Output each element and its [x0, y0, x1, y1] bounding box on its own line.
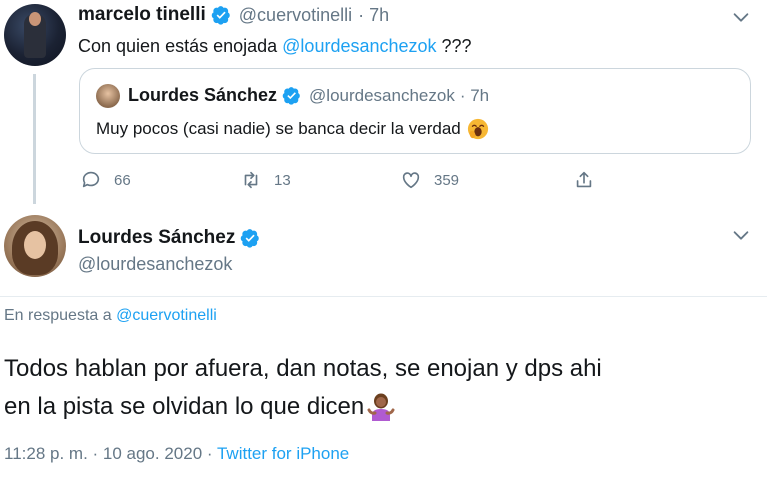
quoted-text: Muy pocos (casi nadie) se banca decir la… — [96, 119, 461, 138]
author-handle[interactable]: @cuervotinelli — [239, 5, 352, 26]
quoted-author-handle: @lourdesanchezok — [309, 85, 455, 105]
divider — [0, 296, 767, 297]
like-action[interactable]: 359 — [400, 168, 459, 192]
avatar-lourdes[interactable] — [4, 215, 66, 277]
main-text-line-2-text: en la pista se olvidan lo que dicen — [4, 393, 365, 420]
main-tweet-header: Lourdes Sánchez — [78, 227, 260, 249]
verified-badge-icon — [241, 229, 260, 248]
tweet-metadata: 11:28 p. m. · 10 ago. 2020 · Twitter for… — [4, 444, 349, 464]
thread-line — [33, 74, 36, 204]
quoted-tweet-time: · 7h — [459, 85, 490, 105]
retweet-icon — [244, 171, 258, 189]
timestamp[interactable]: 11:28 p. m. · 10 ago. 2020 · — [4, 444, 217, 463]
share-icon — [576, 171, 592, 188]
tweet-time[interactable]: · 7h — [358, 5, 389, 26]
main-text-line-1: Todos hablan por afuera, dan notas, se e… — [4, 355, 602, 382]
avatar-face — [24, 231, 46, 259]
quoted-tweet-header: Lourdes Sánchez @lourdesanchezok · 7h — [128, 85, 489, 106]
author-name[interactable]: Lourdes Sánchez — [78, 227, 235, 249]
parent-text-prefix: Con quien estás enojada — [78, 36, 283, 56]
verified-badge-icon — [282, 87, 300, 105]
like-count: 359 — [434, 171, 460, 189]
person-shrugging-emoji-icon — [367, 393, 395, 421]
quoted-author-name: Lourdes Sánchez — [128, 85, 278, 105]
chevron-down-icon[interactable] — [730, 224, 752, 246]
reply-prefix: En respuesta a — [4, 307, 117, 324]
quoted-tweet-card[interactable] — [79, 68, 751, 154]
parent-tweet-text: Con quien estás enojada @lourdesanchezok… — [78, 36, 472, 57]
reply-action[interactable]: 66 — [80, 168, 131, 192]
heart-icon — [402, 172, 420, 189]
mention-link[interactable]: @lourdesanchezok — [282, 36, 436, 56]
parent-text-suffix: ??? — [436, 36, 472, 56]
quoted-tweet-text: Muy pocos (casi nadie) se banca decir la… — [96, 118, 489, 140]
share-action[interactable] — [573, 168, 595, 192]
author-handle[interactable]: @lourdesanchezok — [78, 254, 232, 275]
chevron-down-icon[interactable] — [730, 6, 752, 28]
main-tweet-text: Todos hablan por afuera, dan notas, se e… — [4, 350, 602, 426]
verified-badge-icon — [211, 6, 230, 25]
avatar-face — [29, 12, 41, 26]
reply-handle-link[interactable]: @cuervotinelli — [116, 307, 217, 324]
retweet-action[interactable]: 13 — [240, 168, 291, 192]
author-name[interactable]: marcelo tinelli — [78, 4, 206, 26]
avatar-marcelo[interactable] — [4, 4, 66, 66]
reply-count: 66 — [114, 171, 131, 189]
parent-tweet-header: marcelo tinelli @cuervotinelli · 7h — [78, 4, 389, 26]
retweet-count: 13 — [274, 171, 291, 189]
source-link[interactable]: Twitter for iPhone — [217, 444, 349, 463]
yawning-face-emoji-icon — [467, 118, 488, 140]
main-text-line-2: en la pista se olvidan lo que dicen — [4, 388, 602, 426]
reply-context: En respuesta a @cuervotinelli — [4, 307, 217, 325]
avatar-lourdes-small — [96, 84, 120, 108]
reply-icon — [82, 171, 100, 188]
